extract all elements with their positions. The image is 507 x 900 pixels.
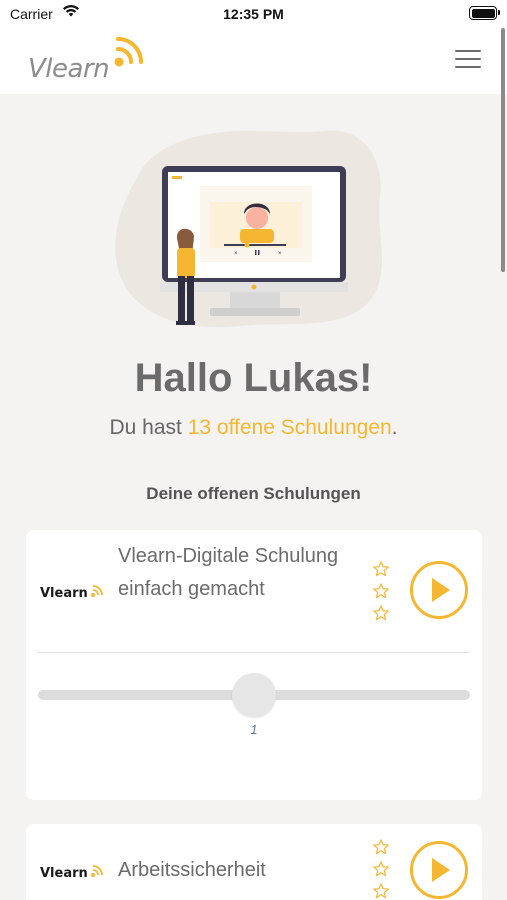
card-logo-text: Vlearn xyxy=(40,586,88,601)
open-trainings-summary: Du hast 13 offene Schulungen. xyxy=(0,416,507,440)
progress-slider-value: 1 xyxy=(250,722,258,737)
summary-prefix: Du hast xyxy=(109,416,188,439)
clock: 12:35 PM xyxy=(223,6,284,22)
play-icon xyxy=(432,858,450,882)
battery-icon xyxy=(469,6,500,20)
training-title[interactable]: Arbeitssicherheit xyxy=(118,854,358,887)
training-title[interactable]: Vlearn-Digitale Schulung einfach gemacht xyxy=(118,540,358,606)
rating-stars[interactable] xyxy=(372,560,392,626)
greeting-heading: Hallo Lukas! xyxy=(134,356,373,400)
hero-illustration: × × xyxy=(115,130,382,328)
play-button[interactable] xyxy=(410,841,468,899)
svg-text:×: × xyxy=(234,251,238,257)
star-icon[interactable] xyxy=(372,560,390,578)
scrollbar[interactable] xyxy=(501,28,505,272)
star-icon[interactable] xyxy=(372,838,390,856)
svg-text:×: × xyxy=(278,251,282,257)
logo-wave-icon xyxy=(91,865,103,877)
app-header: Vlearn xyxy=(0,30,507,94)
app-logo[interactable]: Vlearn xyxy=(28,54,110,84)
play-button[interactable] xyxy=(410,561,468,619)
star-icon[interactable] xyxy=(372,582,390,600)
section-title: Deine offenen Schulungen xyxy=(146,484,361,503)
hamburger-menu-icon[interactable] xyxy=(455,50,481,70)
card-logo-text: Vlearn xyxy=(40,866,88,881)
star-icon[interactable] xyxy=(372,604,390,622)
card-logo: Vlearn xyxy=(40,865,103,881)
rating-stars[interactable] xyxy=(372,838,392,900)
star-icon[interactable] xyxy=(372,882,390,900)
summary-suffix: . xyxy=(391,416,398,439)
play-icon xyxy=(432,578,450,602)
logo-wave-icon xyxy=(91,585,103,597)
star-icon[interactable] xyxy=(372,860,390,878)
logo-wave-icon xyxy=(114,37,143,67)
card-divider xyxy=(38,652,470,653)
progress-slider-thumb[interactable] xyxy=(232,673,276,717)
card-logo: Vlearn xyxy=(40,585,103,601)
status-bar: Carrier 12:35 PM xyxy=(0,0,507,30)
open-trainings-count-link[interactable]: 13 offene Schulungen xyxy=(188,416,392,439)
training-card[interactable]: Vlearn Vlearn-Digitale Schulung einfach … xyxy=(26,530,482,800)
training-card[interactable]: Vlearn Arbeitssicherheit xyxy=(26,824,482,900)
